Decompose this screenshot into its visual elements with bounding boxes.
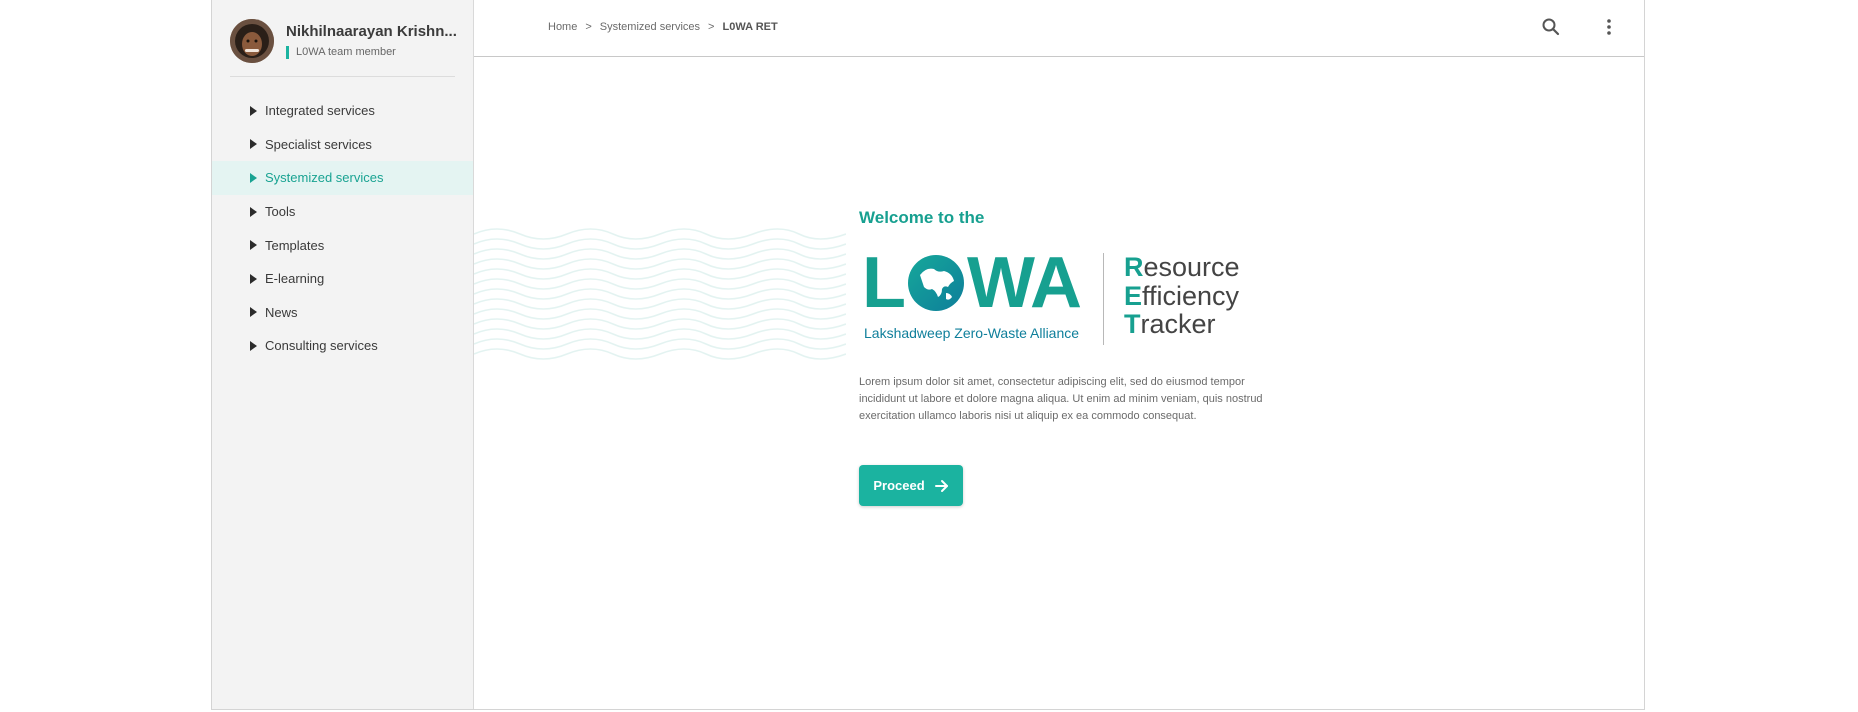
caret-right-icon: [250, 340, 257, 351]
avatar[interactable]: [230, 19, 274, 63]
top-bar: Home > Systemized services > L0WA RET: [474, 0, 1644, 57]
ret-initial-t: T: [1124, 309, 1141, 339]
sidebar-nav: Integrated services Specialist services …: [212, 94, 473, 363]
sidebar-item-consulting-services[interactable]: Consulting services: [212, 329, 473, 363]
caret-right-icon: [250, 105, 257, 116]
proceed-label: Proceed: [873, 478, 925, 493]
app-window: Nikhilnaarayan Krishn... L0WA team membe…: [211, 0, 1645, 710]
ret-title: Resource Efficiency Tracker: [1124, 253, 1240, 339]
breadcrumb-systemized-services[interactable]: Systemized services: [600, 21, 700, 33]
welcome-heading: Welcome to the: [859, 208, 985, 227]
logo-divider: [1103, 253, 1104, 345]
ret-line-resource: esource: [1143, 252, 1240, 282]
caret-right-icon: [250, 206, 257, 217]
user-name: Nikhilnaarayan Krishn...: [286, 23, 457, 40]
sidebar-item-label: Integrated services: [265, 103, 375, 119]
sidebar-item-integrated-services[interactable]: Integrated services: [212, 94, 473, 128]
sidebar-item-news[interactable]: News: [212, 296, 473, 330]
caret-right-icon: [250, 240, 257, 251]
ret-initial-e: E: [1124, 280, 1143, 311]
kebab-menu-icon[interactable]: [1598, 16, 1620, 38]
breadcrumb: Home > Systemized services > L0WA RET: [548, 21, 778, 33]
arrow-right-icon: [934, 479, 948, 492]
wave-pattern: [474, 228, 846, 360]
sidebar-item-systemized-services[interactable]: Systemized services: [212, 161, 473, 195]
sidebar-item-label: Specialist services: [265, 136, 372, 152]
breadcrumb-separator: >: [585, 21, 592, 33]
logo-letter-l: L: [862, 243, 906, 323]
sidebar-item-specialist-services[interactable]: Specialist services: [212, 128, 473, 162]
ret-line-tracker: racker: [1140, 309, 1216, 339]
sidebar-item-label: News: [265, 304, 298, 320]
sidebar-item-label: Templates: [265, 237, 325, 253]
sidebar-item-label: Consulting services: [265, 338, 378, 354]
sidebar: Nikhilnaarayan Krishn... L0WA team membe…: [212, 0, 474, 709]
sidebar-item-label: E-learning: [265, 271, 325, 287]
caret-right-icon: [250, 307, 257, 318]
caret-right-icon: [250, 273, 257, 284]
caret-right-icon: [250, 139, 257, 150]
breadcrumb-home[interactable]: Home: [548, 21, 577, 33]
breadcrumb-separator: >: [708, 21, 715, 33]
sidebar-item-label: Systemized services: [265, 170, 384, 186]
caret-right-icon: [250, 172, 257, 183]
user-role: L0WA team member: [286, 46, 396, 59]
main-content: Welcome to the L WA Lakshadweep Zero-Was…: [474, 57, 1644, 709]
description-text: Lorem ipsum dolor sit amet, consectetur …: [859, 376, 1263, 422]
sidebar-item-e-learning[interactable]: E-learning: [212, 262, 473, 296]
user-profile[interactable]: Nikhilnaarayan Krishn... L0WA team membe…: [230, 18, 457, 77]
sidebar-item-label: Tools: [265, 204, 296, 220]
proceed-button[interactable]: Proceed: [859, 465, 963, 506]
globe-icon: [907, 255, 964, 311]
sidebar-item-tools[interactable]: Tools: [212, 195, 473, 229]
ret-line-efficiency: fficiency: [1142, 280, 1240, 311]
ret-initial-r: R: [1124, 252, 1144, 282]
logo-letters-wa: WA: [966, 243, 1082, 323]
sidebar-item-templates[interactable]: Templates: [212, 228, 473, 262]
lowa-logo: L WA Lakshadweep Zero-Waste Alliance: [862, 243, 1082, 341]
search-icon[interactable]: [1540, 16, 1562, 38]
logo-subtitle: Lakshadweep Zero-Waste Alliance: [864, 325, 1080, 341]
breadcrumb-current: L0WA RET: [722, 21, 778, 33]
